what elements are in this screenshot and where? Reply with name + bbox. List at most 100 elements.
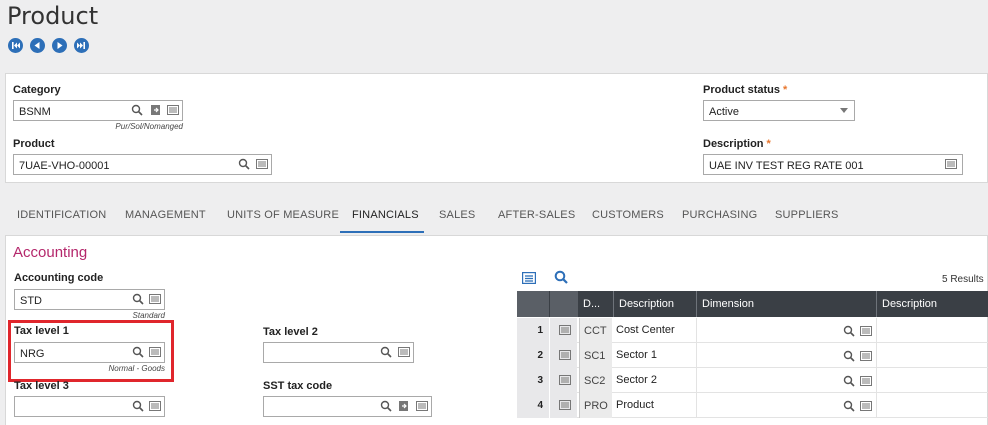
column-header-code[interactable]: D... (583, 298, 600, 310)
column-divider (696, 343, 697, 368)
detail-icon[interactable] (398, 346, 410, 358)
tab-sales[interactable]: SALES (439, 209, 475, 221)
accounting-code-label: Accounting code (14, 272, 104, 284)
column-divider (876, 343, 877, 368)
accounting-code-field[interactable]: STD (14, 289, 165, 310)
open-link-icon[interactable] (398, 400, 410, 412)
table-row[interactable]: 1 CCT Cost Center (517, 318, 988, 343)
search-icon[interactable] (554, 270, 568, 284)
search-icon[interactable] (132, 293, 144, 305)
row-dimension[interactable] (702, 324, 842, 338)
search-icon[interactable] (238, 158, 250, 170)
row-detail-icon[interactable] (559, 348, 571, 360)
tab-customers[interactable]: CUSTOMERS (592, 209, 664, 221)
detail-icon[interactable] (860, 374, 872, 386)
column-divider (696, 393, 697, 418)
search-icon[interactable] (132, 346, 144, 358)
search-icon[interactable] (843, 399, 855, 412)
row-number: 2 (517, 343, 549, 368)
detail-icon[interactable] (149, 346, 161, 358)
tab-bar: IDENTIFICATION MANAGEMENT UNITS OF MEASU… (0, 196, 988, 234)
tab-identification[interactable]: IDENTIFICATION (17, 209, 106, 221)
row-dimension[interactable] (702, 349, 842, 363)
tax-level-2-field[interactable] (263, 342, 414, 363)
accounting-code-value: STD (20, 295, 42, 307)
active-tab-indicator (340, 231, 424, 233)
row-dimension[interactable] (702, 399, 842, 413)
sst-tax-code-field[interactable] (263, 396, 432, 417)
detail-icon[interactable] (149, 293, 161, 305)
tax-level-1-field[interactable]: NRG (14, 342, 165, 363)
description-label: Description * (703, 138, 771, 150)
column-header-dimension[interactable]: Dimension (702, 298, 754, 310)
detail-icon[interactable] (860, 349, 872, 361)
detail-icon[interactable] (149, 400, 161, 412)
row-detail-icon[interactable] (559, 323, 571, 335)
tab-purchasing[interactable]: PURCHASING (682, 209, 757, 221)
table-row[interactable]: 3 SC2 Sector 2 (517, 368, 988, 393)
row-code: PRO (579, 393, 612, 418)
results-count: 5 Results (942, 274, 984, 285)
detail-icon[interactable] (945, 158, 957, 170)
next-record-icon[interactable] (52, 38, 67, 53)
chevron-down-icon[interactable] (840, 108, 848, 114)
search-icon[interactable] (132, 400, 144, 412)
search-icon[interactable] (131, 104, 143, 116)
search-icon[interactable] (843, 374, 855, 387)
row-detail-cell (549, 343, 577, 368)
row-description: Product (616, 399, 654, 411)
search-icon[interactable] (380, 400, 392, 412)
section-title: Accounting (13, 244, 88, 261)
required-marker: * (783, 84, 788, 96)
sst-tax-code-label: SST tax code (263, 380, 333, 392)
accounting-code-hint: Standard (132, 311, 165, 320)
row-code: SC1 (579, 343, 612, 368)
tax-level-3-label: Tax level 3 (14, 380, 69, 392)
detail-icon[interactable] (256, 158, 268, 170)
tab-units-of-measure[interactable]: UNITS OF MEASURE (227, 209, 339, 221)
tax-level-1-label: Tax level 1 (14, 325, 69, 337)
category-field[interactable]: BSNM (13, 100, 183, 121)
product-status-select[interactable]: Active (703, 100, 855, 121)
record-navigation (8, 38, 89, 53)
description-value: UAE INV TEST REG RATE 001 (709, 160, 864, 172)
last-record-icon[interactable] (74, 38, 89, 53)
tax-level-1-value: NRG (20, 348, 45, 360)
open-link-icon[interactable] (150, 104, 162, 116)
product-status-label: Product status * (703, 84, 788, 96)
row-description: Cost Center (616, 324, 675, 336)
detail-icon[interactable] (416, 400, 428, 412)
table-row[interactable]: 2 SC1 Sector 1 (517, 343, 988, 368)
column-divider (876, 368, 877, 393)
page-title: Product (7, 2, 99, 30)
detail-icon[interactable] (167, 104, 179, 116)
detail-icon[interactable] (860, 399, 872, 411)
search-icon[interactable] (380, 346, 392, 358)
row-dimension[interactable] (702, 374, 842, 388)
table-row[interactable]: 4 PRO Product (517, 393, 988, 418)
row-description: Sector 2 (616, 374, 657, 386)
row-detail-icon[interactable] (559, 398, 571, 410)
search-icon[interactable] (843, 324, 855, 337)
column-header-description[interactable]: Description (619, 298, 674, 310)
tax-level-1-hint: Normal - Goods (108, 364, 165, 373)
row-detail-icon[interactable] (559, 373, 571, 385)
product-value: 7UAE-VHO-00001 (19, 160, 110, 172)
product-field[interactable]: 7UAE-VHO-00001 (13, 154, 272, 175)
search-icon[interactable] (843, 349, 855, 362)
description-field[interactable]: UAE INV TEST REG RATE 001 (703, 154, 963, 175)
tab-management[interactable]: MANAGEMENT (125, 209, 206, 221)
grid-view-icon[interactable] (522, 272, 536, 284)
product-status-value: Active (709, 106, 739, 118)
tab-suppliers[interactable]: SUPPLIERS (775, 209, 839, 221)
first-record-icon[interactable] (8, 38, 23, 53)
header-card: Category BSNM Pur/Sol/Nomanged Product 7… (5, 73, 988, 183)
category-hint: Pur/Sol/Nomanged (115, 122, 183, 131)
tax-level-3-field[interactable] (14, 396, 165, 417)
tab-financials[interactable]: FINANCIALS (352, 209, 419, 221)
column-header-dimension-description[interactable]: Description (882, 298, 937, 310)
previous-record-icon[interactable] (30, 38, 45, 53)
row-number: 4 (517, 393, 549, 418)
detail-icon[interactable] (860, 324, 872, 336)
tab-after-sales[interactable]: AFTER-SALES (498, 209, 575, 221)
